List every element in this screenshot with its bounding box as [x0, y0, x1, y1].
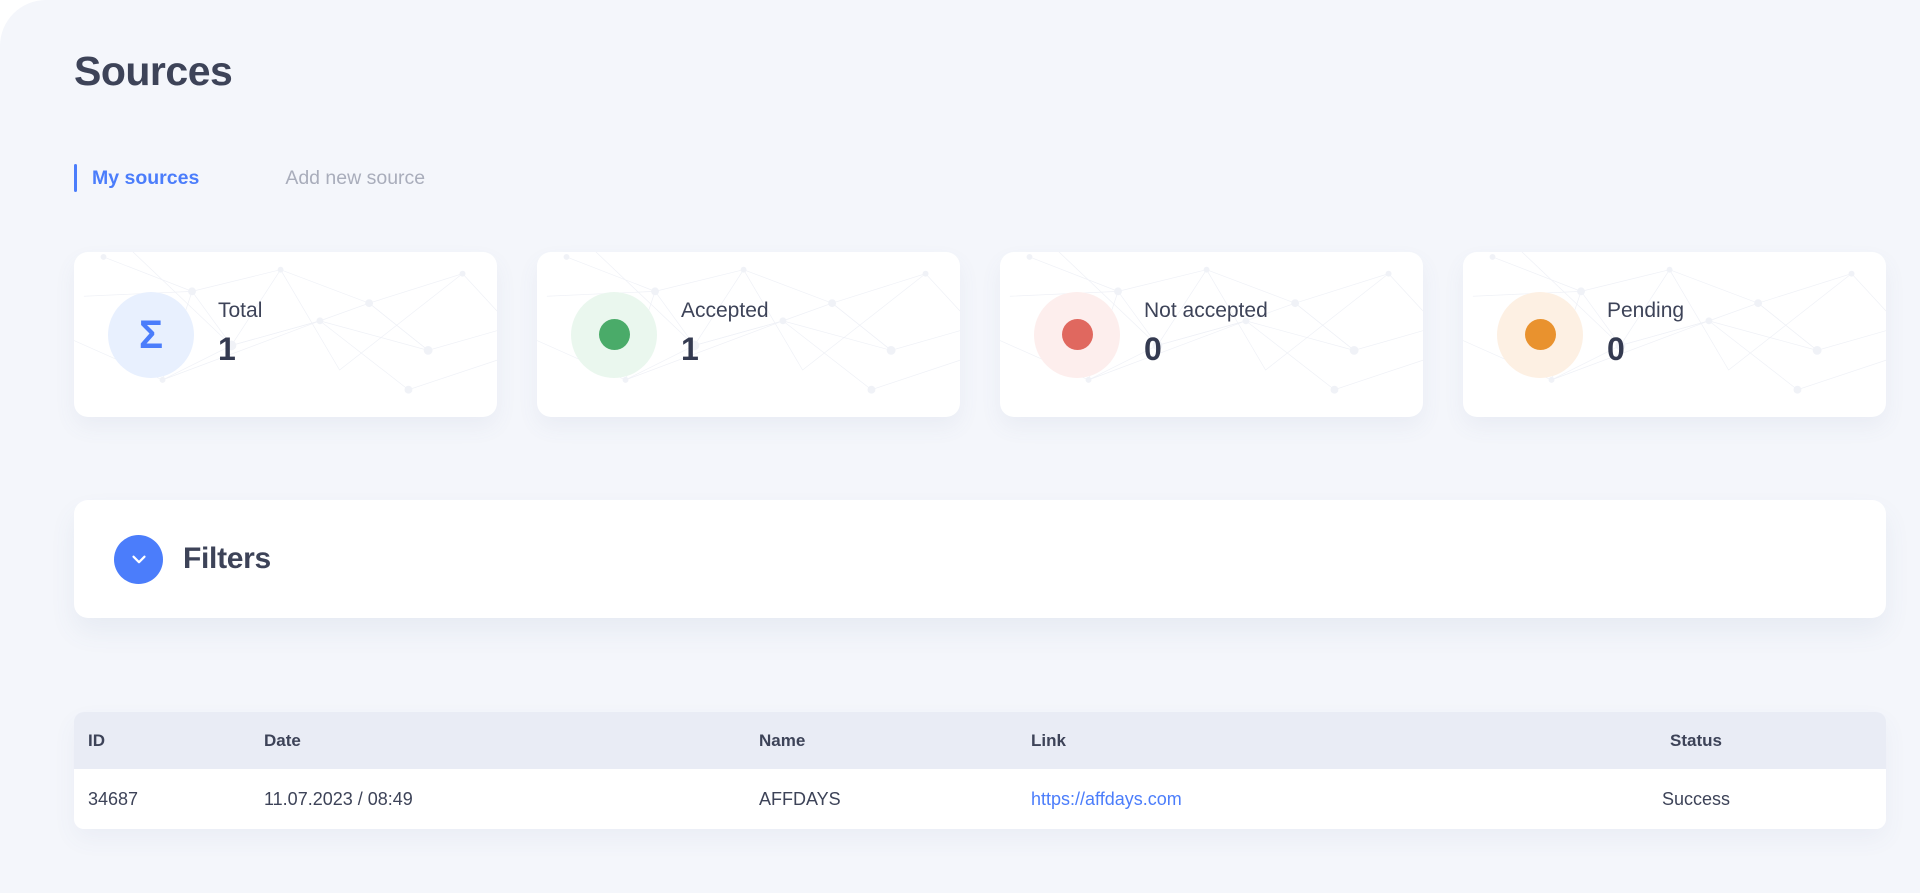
table-header-row: ID Date Name Link Status [74, 712, 1886, 769]
filters-panel[interactable]: Filters [74, 500, 1886, 618]
stat-card-total-badge: Σ [108, 291, 194, 378]
stat-card-row: Σ Total 1 Accepted 1 Not accepted 0 Pend… [74, 252, 1886, 417]
filters-label: Filters [183, 542, 271, 575]
stat-card-total-value: 1 [218, 331, 236, 368]
table-header-name: Name [759, 730, 806, 750]
tab-add-new-source[interactable]: Add new source [285, 163, 425, 193]
table-row[interactable]: 34687 11.07.2023 / 08:49 AFFDAYS https:/… [74, 769, 1886, 829]
stat-card-accepted-label: Accepted [681, 299, 769, 323]
tab-bar: My sources Add new source [74, 163, 425, 193]
tab-my-sources[interactable]: My sources [74, 163, 199, 193]
sigma-icon: Σ [138, 312, 163, 357]
status-dot-green-icon [598, 319, 630, 350]
page-title: Sources [74, 48, 233, 94]
stat-card-pending-badge [1497, 291, 1583, 378]
stat-card-pending[interactable]: Pending 0 [1463, 252, 1886, 417]
tab-my-sources-label: My sources [92, 166, 200, 189]
table-header-status: Status [1670, 730, 1722, 750]
table-header-id: ID [88, 730, 105, 750]
chevron-down-icon [131, 555, 146, 564]
table-header-date: Date [264, 730, 301, 750]
stat-card-not-accepted-label: Not accepted [1144, 299, 1268, 323]
table-cell-id: 34687 [88, 788, 139, 809]
stat-card-accepted-text: Accepted 1 [681, 298, 769, 371]
stat-card-pending-label: Pending [1607, 299, 1685, 323]
sources-table: ID Date Name Link Status 34687 11.07.202… [74, 712, 1886, 829]
sources-page: Sources My sources Add new source Σ Tota… [0, 0, 1920, 893]
stat-card-pending-value: 0 [1607, 331, 1625, 368]
stat-card-total-text: Total 1 [218, 298, 262, 371]
table-cell-date: 11.07.2023 / 08:49 [264, 788, 413, 809]
table-cell-status: Success [1661, 788, 1731, 809]
stat-card-not-accepted[interactable]: Not accepted 0 [1000, 252, 1423, 417]
stat-card-accepted-badge [571, 291, 657, 378]
status-dot-red-icon [1061, 319, 1093, 350]
stat-card-not-accepted-badge [1034, 291, 1120, 378]
stat-card-not-accepted-text: Not accepted 0 [1144, 298, 1268, 371]
table-cell-link: https://affdays.com [1031, 789, 1566, 810]
stat-card-accepted[interactable]: Accepted 1 [537, 252, 960, 417]
tab-add-new-source-label: Add new source [285, 166, 426, 189]
table-cell-name: AFFDAYS [759, 788, 841, 809]
stat-card-total[interactable]: Σ Total 1 [74, 252, 497, 417]
filters-toggle-button[interactable] [114, 534, 163, 584]
stat-card-pending-text: Pending 0 [1607, 298, 1684, 371]
status-dot-orange-icon [1524, 319, 1556, 350]
stat-card-accepted-value: 1 [681, 331, 699, 368]
stat-card-not-accepted-value: 0 [1144, 331, 1162, 368]
source-link[interactable]: https://affdays.com [1031, 789, 1182, 809]
stat-card-total-label: Total [218, 299, 263, 323]
table-header-link: Link [1031, 730, 1066, 750]
